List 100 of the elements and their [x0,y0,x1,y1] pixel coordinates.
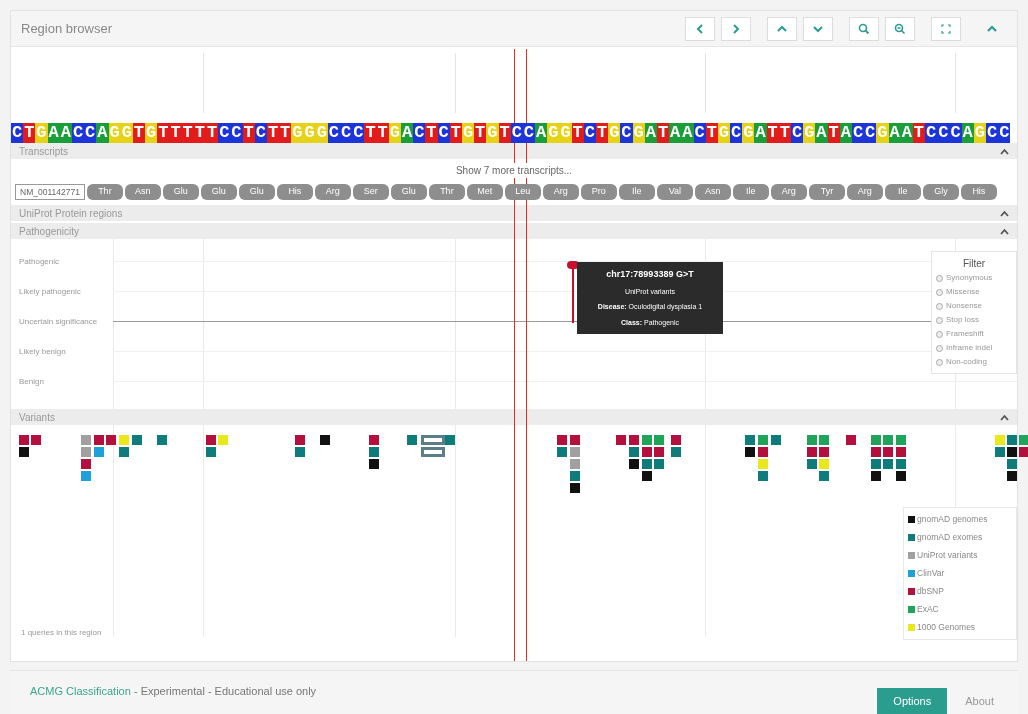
variant-marker[interactable] [896,435,906,445]
variant-marker[interactable] [758,447,768,457]
variant-marker[interactable] [94,435,104,445]
transcript-label[interactable]: NM_001142771 [15,184,85,200]
variant-marker[interactable] [81,459,91,469]
variant-marker[interactable] [421,447,445,457]
variant-marker[interactable] [883,459,893,469]
filter-option[interactable]: Stop loss [946,314,979,326]
radio-button[interactable] [936,302,943,310]
chevron-down-button[interactable] [803,16,833,41]
variant-marker[interactable] [896,447,906,457]
filter-option[interactable]: Frameshift [946,328,984,340]
zoom-out-button[interactable] [885,16,915,41]
variant-marker[interactable] [369,459,379,469]
variant-marker[interactable] [206,447,216,457]
variant-marker[interactable] [369,435,379,445]
variant-marker[interactable] [819,459,829,469]
variant-marker[interactable] [320,435,330,445]
toggle-button[interactable] [999,412,1009,422]
variant-marker[interactable] [745,447,755,457]
variant-marker[interactable] [883,435,893,445]
variant-marker[interactable] [896,471,906,481]
variant-marker[interactable] [807,459,817,469]
variant-marker[interactable] [106,435,116,445]
variant-marker[interactable] [1007,471,1017,481]
acmg-link[interactable]: ACMG Classification [30,682,131,700]
about-button[interactable]: About [961,688,998,714]
filter-option[interactable]: Synonymous [946,272,993,284]
zoom-in-button[interactable] [849,16,879,41]
variant-marker[interactable] [119,447,129,457]
variant-marker[interactable] [807,447,817,457]
variant-marker[interactable] [871,459,881,469]
variant-marker[interactable] [295,435,305,445]
variant-marker[interactable] [807,435,817,445]
radio-button[interactable] [936,274,943,282]
variant-marker[interactable] [421,435,445,445]
options-button[interactable]: Options [877,688,948,714]
variant-marker[interactable] [616,435,626,445]
variant-marker[interactable] [819,435,829,445]
variant-marker[interactable] [1019,447,1028,457]
variant-marker[interactable] [570,483,580,493]
variant-marker[interactable] [871,435,881,445]
variant-marker[interactable] [995,447,1005,457]
radio-button[interactable] [936,288,943,296]
variant-marker[interactable] [81,447,91,457]
variant-marker[interactable] [119,435,129,445]
variant-marker[interactable] [846,435,856,445]
variant-marker[interactable] [654,435,664,445]
filter-option[interactable]: Non-coding [946,356,987,368]
variant-marker[interactable] [883,447,893,457]
variant-marker[interactable] [629,459,639,469]
variant-marker[interactable] [206,435,216,445]
variant-marker[interactable] [896,459,906,469]
variant-marker[interactable] [19,447,29,457]
variant-marker[interactable] [642,459,652,469]
radio-button[interactable] [936,358,943,366]
toggle-button[interactable] [999,146,1009,156]
variant-marker[interactable] [1007,447,1017,457]
variant-marker[interactable] [871,447,881,457]
variant-marker[interactable] [557,447,567,457]
filter-option[interactable]: Nonsense [946,300,983,312]
variant-marker[interactable] [819,471,829,481]
variant-marker[interactable] [81,471,91,481]
variant-marker[interactable] [295,447,305,457]
variant-marker[interactable] [81,435,91,445]
variant-marker[interactable] [570,471,580,481]
variant-marker[interactable] [771,435,781,445]
radio-button[interactable] [936,316,943,324]
variant-marker[interactable] [745,435,755,445]
variant-marker[interactable] [570,459,580,469]
variant-marker[interactable] [642,447,652,457]
filter-option[interactable]: Missense [946,286,980,298]
variant-marker[interactable] [871,471,881,481]
variant-marker[interactable] [671,447,681,457]
variant-marker[interactable] [157,435,167,445]
radio-button[interactable] [936,330,943,338]
variant-marker[interactable] [642,471,652,481]
variant-marker[interactable] [819,447,829,457]
variant-marker[interactable] [995,435,1005,445]
variant-marker[interactable] [407,435,417,445]
variant-marker[interactable] [642,435,652,445]
toggle-button[interactable] [999,226,1009,236]
variant-marker[interactable] [629,447,639,457]
variant-marker[interactable] [1007,435,1017,445]
variant-marker[interactable] [218,435,228,445]
variant-marker[interactable] [445,435,455,445]
variant-marker[interactable] [758,435,768,445]
chevron-up-button[interactable] [767,16,797,41]
variant-marker[interactable] [1019,435,1028,445]
variant-marker[interactable] [132,435,142,445]
variant-marker[interactable] [94,447,104,457]
variant-marker[interactable] [31,435,41,445]
variant-marker[interactable] [758,471,768,481]
chevron-left-button[interactable] [685,16,715,41]
variant-marker[interactable] [654,459,664,469]
show-more-link[interactable]: Show 7 more transcripts... [453,162,575,178]
radio-button[interactable] [936,344,943,352]
variant-marker[interactable] [1007,459,1017,469]
filter-option[interactable]: Inframe indel [946,342,993,354]
toggle-button[interactable] [999,208,1009,218]
